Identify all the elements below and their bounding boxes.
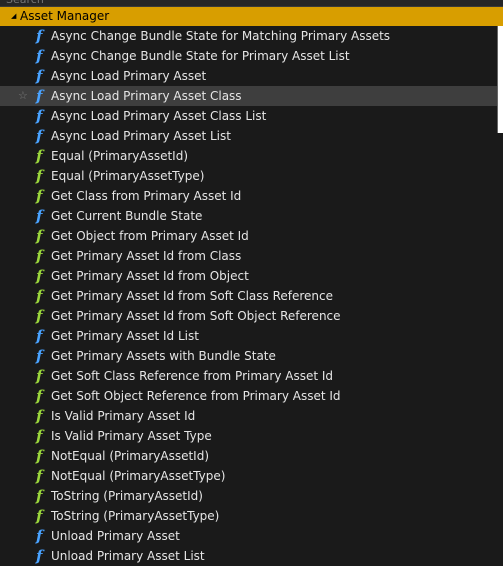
list-item-label: Is Valid Primary Asset Type xyxy=(51,429,212,443)
function-icon: f xyxy=(36,507,43,525)
list-item[interactable]: f Get Primary Asset Id from Soft Object R… xyxy=(0,306,497,326)
search-bar[interactable] xyxy=(0,0,503,7)
list-item-label: Get Current Bundle State xyxy=(51,209,203,223)
list-item[interactable]: f Is Valid Primary Asset Id xyxy=(0,406,497,426)
function-icon: f xyxy=(36,327,43,345)
list-item-label: Unload Primary Asset List xyxy=(51,549,205,563)
list-item[interactable]: f Get Current Bundle State xyxy=(0,206,497,226)
list-item[interactable]: f Async Change Bundle State for Matching … xyxy=(0,26,497,46)
list-item[interactable]: f Async Change Bundle State for Primary A… xyxy=(0,46,497,66)
list-item[interactable]: f Get Soft Class Reference from Primary A… xyxy=(0,366,497,386)
list-item[interactable]: f Equal (PrimaryAssetId) xyxy=(0,146,497,166)
list-item-label: Get Primary Assets with Bundle State xyxy=(51,349,276,363)
list-item-label: Async Load Primary Asset Class xyxy=(51,89,242,103)
list-item[interactable]: f Async Load Primary Asset xyxy=(0,66,497,86)
list-item-label: Get Soft Object Reference from Primary A… xyxy=(51,389,341,403)
action-list: f Async Change Bundle State for Matching … xyxy=(0,26,497,565)
list-item-label: Equal (PrimaryAssetType) xyxy=(51,169,205,183)
list-item-label: Async Load Primary Asset List xyxy=(51,129,231,143)
list-item[interactable]: f Equal (PrimaryAssetType) xyxy=(0,166,497,186)
list-item-label: ToString (PrimaryAssetType) xyxy=(51,509,220,523)
function-icon: f xyxy=(36,467,43,485)
function-icon: f xyxy=(36,447,43,465)
function-icon: f xyxy=(36,427,43,445)
list-item[interactable]: f Unload Primary Asset List xyxy=(0,546,497,566)
function-icon: f xyxy=(36,367,43,385)
list-item[interactable]: f Get Primary Asset Id from Class xyxy=(0,246,497,266)
function-icon: f xyxy=(36,207,43,225)
function-icon: f xyxy=(36,167,43,185)
list-item-label: Get Primary Asset Id from Soft Object Re… xyxy=(51,309,341,323)
list-item-label: Get Soft Class Reference from Primary As… xyxy=(51,369,334,383)
list-item[interactable]: f Get Primary Assets with Bundle State xyxy=(0,346,497,366)
list-item-label: Unload Primary Asset xyxy=(51,529,180,543)
search-input[interactable] xyxy=(4,0,498,6)
list-item[interactable]: f Get Class from Primary Asset Id xyxy=(0,186,497,206)
function-icon: f xyxy=(36,347,43,365)
list-item[interactable]: f NotEqual (PrimaryAssetId) xyxy=(0,446,497,466)
list-item-label: Get Primary Asset Id from Object xyxy=(51,269,249,283)
list-item[interactable]: f Get Object from Primary Asset Id xyxy=(0,226,497,246)
list-item[interactable]: f ToString (PrimaryAssetType) xyxy=(0,506,497,526)
function-icon: f xyxy=(36,387,43,405)
function-icon: f xyxy=(36,267,43,285)
list-item-label: Get Object from Primary Asset Id xyxy=(51,229,249,243)
function-icon: f xyxy=(36,227,43,245)
list-item-label: Get Primary Asset Id from Soft Class Ref… xyxy=(51,289,334,303)
list-item[interactable]: f Unload Primary Asset xyxy=(0,526,497,546)
list-item[interactable]: f Async Load Primary Asset List xyxy=(0,126,497,146)
list-item-label: NotEqual (PrimaryAssetId) xyxy=(51,449,210,463)
function-icon: f xyxy=(36,487,43,505)
list-item[interactable]: f Get Primary Asset Id from Soft Class Re… xyxy=(0,286,497,306)
category-label: Asset Manager xyxy=(20,9,110,23)
list-item[interactable]: f NotEqual (PrimaryAssetType) xyxy=(0,466,497,486)
list-item-label: Async Load Primary Asset Class List xyxy=(51,109,267,123)
function-icon: f xyxy=(36,407,43,425)
function-icon: f xyxy=(36,247,43,265)
list-item[interactable]: f Get Primary Asset Id List xyxy=(0,326,497,346)
function-icon: f xyxy=(36,187,43,205)
list-item[interactable]: f Get Soft Object Reference from Primary … xyxy=(0,386,497,406)
list-item[interactable]: f Get Primary Asset Id from Object xyxy=(0,266,497,286)
function-icon: f xyxy=(36,527,43,545)
function-icon: f xyxy=(36,287,43,305)
category-header-asset-manager[interactable]: ◢ Asset Manager xyxy=(0,7,503,26)
function-icon: f xyxy=(36,67,43,85)
function-icon: f xyxy=(36,547,43,565)
list-item-label: Async Change Bundle State for Matching P… xyxy=(51,29,391,43)
list-item[interactable]: f Is Valid Primary Asset Type xyxy=(0,426,497,446)
list-item[interactable]: f Async Load Primary Asset Class List xyxy=(0,106,497,126)
list-item-label: ToString (PrimaryAssetId) xyxy=(51,489,203,503)
function-icon: f xyxy=(36,307,43,325)
function-icon: f xyxy=(36,27,43,45)
list-item-label: Get Primary Asset Id List xyxy=(51,329,199,343)
function-icon: f xyxy=(36,107,43,125)
list-item-label: Get Class from Primary Asset Id xyxy=(51,189,242,203)
function-icon: f xyxy=(36,147,43,165)
list-item-label: Async Change Bundle State for Primary As… xyxy=(51,49,350,63)
function-icon: f xyxy=(36,127,43,145)
list-item-label: Equal (PrimaryAssetId) xyxy=(51,149,188,163)
function-icon: f xyxy=(36,47,43,65)
list-item-label: Get Primary Asset Id from Class xyxy=(51,249,242,263)
function-icon: f xyxy=(36,87,43,105)
list-item-label: NotEqual (PrimaryAssetType) xyxy=(51,469,226,483)
collapse-arrow-icon[interactable]: ◢ xyxy=(11,7,16,26)
list-item-label: Async Load Primary Asset xyxy=(51,69,207,83)
list-item-label: Is Valid Primary Asset Id xyxy=(51,409,196,423)
list-item[interactable]: ☆ f Async Load Primary Asset Class xyxy=(0,86,497,106)
favorite-star-icon[interactable]: ☆ xyxy=(18,86,28,106)
list-item[interactable]: f ToString (PrimaryAssetId) xyxy=(0,486,497,506)
scrollbar-thumb[interactable] xyxy=(497,26,503,133)
